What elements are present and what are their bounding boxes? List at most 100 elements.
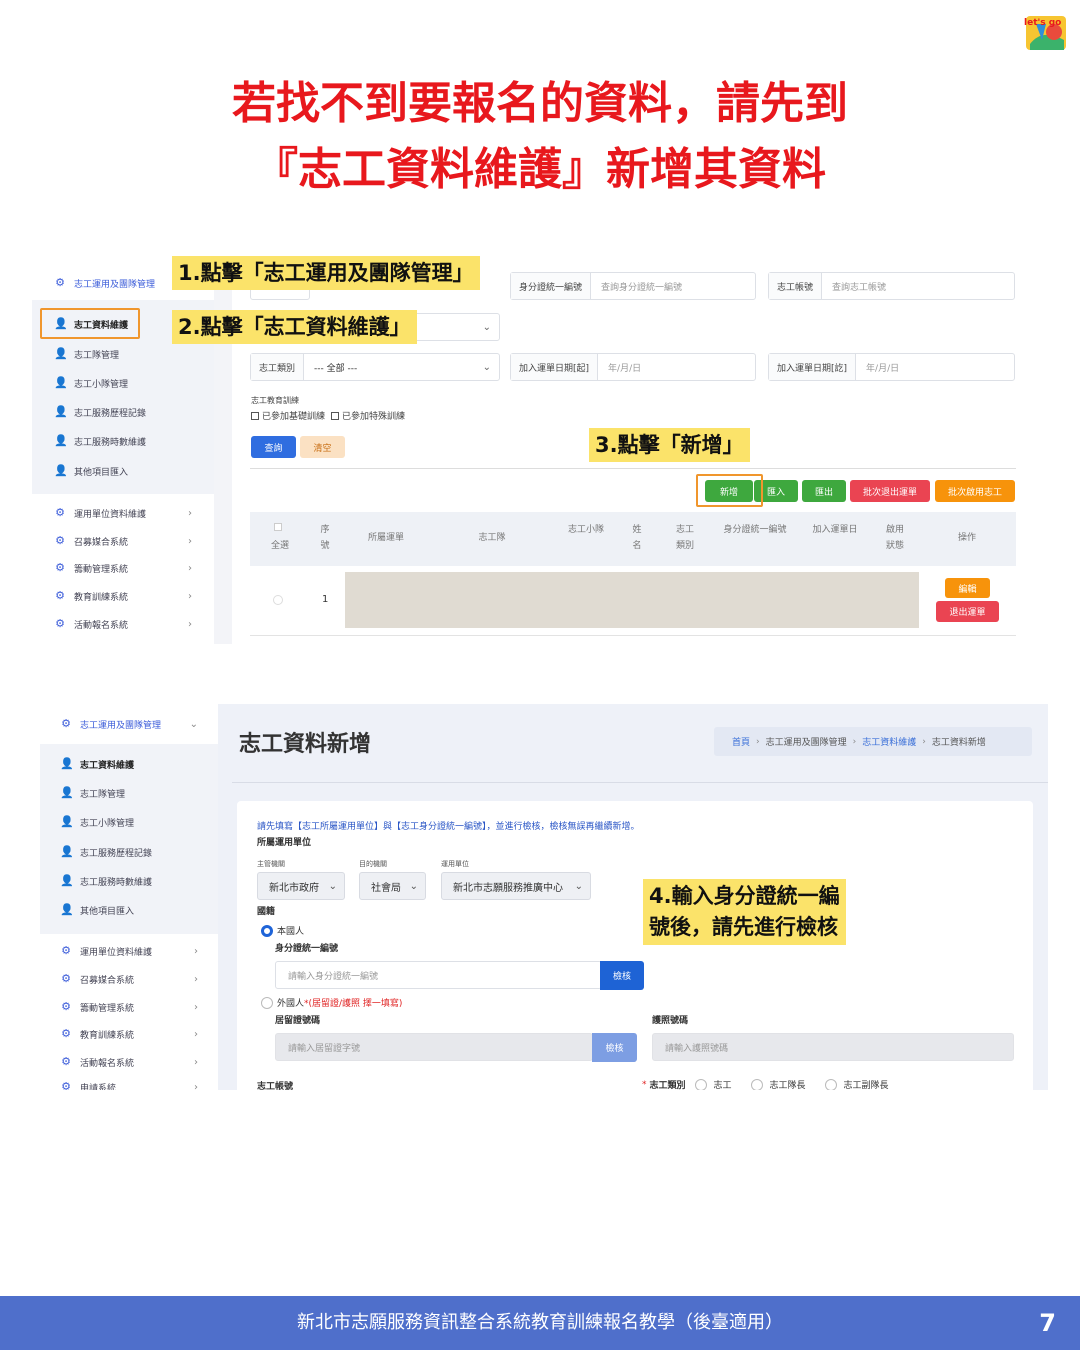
gear-icon: ⚙ [55, 617, 65, 630]
unit-section-label: 所屬運用單位 [257, 838, 312, 848]
breadcrumb: 首頁 › 志工運用及團隊管理 › 志工資料維護 › 志工資料新增 [714, 727, 1032, 756]
category-radio-vice-leader[interactable] [824, 1078, 837, 1090]
agency-select[interactable]: 社會局 ⌄ [359, 872, 426, 900]
add-button-highlight [696, 474, 763, 507]
chevron-right-icon: › [194, 1081, 198, 1091]
th-name: 姓名 [632, 525, 642, 551]
id-input[interactable]: 請輸入身分證統一編號 [275, 961, 602, 989]
sidebar-item-hours[interactable]: 👤 志工服務時數維護 [60, 874, 200, 888]
edit-button[interactable]: 編輯 [945, 578, 990, 598]
sidebar-module-training[interactable]: ⚙ 教育訓練系統 › [60, 1027, 198, 1041]
breadcrumb-current: 志工資料新增 [931, 738, 986, 748]
citizen-radio[interactable]: 本國人 [261, 924, 304, 937]
sidebar-item-hours[interactable]: 👤 志工服務時數維護 [54, 434, 204, 448]
sidebar-item-squad[interactable]: 👤 志工小隊管理 [60, 815, 200, 829]
sidebar-module-event[interactable]: ⚙ 活動報名系統 › [60, 1055, 198, 1069]
sidebar-module-mobilize[interactable]: ⚙ 籌動管理系統 › [54, 561, 192, 575]
sidebar-item-team[interactable]: 👤 志工隊管理 [60, 786, 200, 800]
checkbox-special-training[interactable] [331, 411, 340, 420]
sidebar-item-team[interactable]: 👤 志工隊管理 [54, 347, 204, 361]
nationality-label: 國籍 [257, 907, 276, 917]
user-icon: 👤 [60, 903, 74, 916]
callout-step3: 3.點擊「新增」 [589, 428, 750, 462]
unit-label: 運用單位 [441, 860, 469, 868]
breadcrumb-data[interactable]: 志工資料維護 [862, 735, 916, 748]
gear-icon: ⚙ [55, 534, 65, 547]
sidebar-group-volunteer-team[interactable]: ⚙ 志工運用及團隊管理 ⌄ [60, 717, 198, 731]
sidebar-module-apply[interactable]: ⚙ 申請系統 › [60, 1080, 198, 1091]
chevron-down-icon: ⌄ [482, 321, 491, 333]
gear-icon: ⚙ [61, 1000, 71, 1013]
sidebar-item-squad[interactable]: 👤 志工小隊管理 [54, 376, 204, 390]
authority-label: 主管機關 [257, 860, 285, 868]
quit-button[interactable]: 退出運單 [936, 601, 999, 622]
sidebar-item-history[interactable]: 👤 志工服務歷程記錄 [54, 405, 204, 419]
chevron-right-icon: › [194, 1001, 198, 1013]
callout-step4: 4.輸入身分證統一編 號後，請先進行檢核 [643, 879, 846, 945]
unit-select[interactable]: 新北市志願服務推廣中心 ⌄ [441, 872, 591, 900]
sidebar-module-unit[interactable]: ⚙ 運用單位資料維護 › [54, 506, 192, 520]
gear-icon: ⚙ [55, 589, 65, 602]
clear-button[interactable]: 清空 [300, 436, 345, 458]
chevron-right-icon: › [188, 562, 192, 574]
sidebar-module-event[interactable]: ⚙ 活動報名系統 › [54, 617, 192, 631]
category-field: * 志工類別 志工 志工隊長 志工副隊長 [642, 1078, 889, 1090]
gear-icon: ⚙ [55, 561, 65, 574]
sidebar-module-recruit[interactable]: ⚙ 召募媒合系統 › [60, 972, 198, 986]
callout-step1: 1.點擊「志工運用及團隊管理」 [172, 256, 480, 290]
breadcrumb-team[interactable]: 志工運用及團隊管理 [766, 735, 847, 748]
th-id: 身分證統一編號 [723, 525, 787, 535]
radio-selected [261, 924, 273, 937]
sidebar-module-recruit[interactable]: ⚙ 召募媒合系統 › [54, 534, 192, 548]
id-filter[interactable]: 身分證統一編號 查詢身分證統一編號 [510, 272, 756, 300]
join-end-filter[interactable]: 加入運單日期[訖] 年/月/日 [768, 353, 1015, 381]
passport-input[interactable]: 請輸入護照號碼 [652, 1033, 1014, 1061]
th-seq: 序號 [320, 525, 330, 551]
chevron-down-icon: ⌄ [409, 880, 418, 892]
account-filter[interactable]: 志工帳號 查詢志工帳號 [768, 272, 1015, 300]
th-action: 操作 [957, 533, 976, 543]
batch-quit-button[interactable]: 批次退出運單 [850, 480, 930, 502]
sidebar-item-import[interactable]: 👤 其他項目匯入 [60, 903, 200, 917]
user-icon: 👤 [54, 464, 68, 477]
page-title-line1: 若找不到要報名的資料，請先到 [232, 78, 848, 129]
join-start-filter[interactable]: 加入運單日期[起] 年/月/日 [510, 353, 756, 381]
redacted-row-data [345, 572, 919, 628]
authority-select[interactable]: 新北市政府 ⌄ [257, 872, 345, 900]
row-seq: 1 [322, 594, 329, 605]
sidebar-item-history[interactable]: 👤 志工服務歷程記錄 [60, 845, 200, 859]
sidebar-item-import[interactable]: 👤 其他項目匯入 [54, 464, 204, 478]
checkbox-basic-training[interactable] [251, 411, 259, 420]
th-join-date: 加入運單日 [812, 525, 858, 535]
user-icon: 👤 [54, 376, 68, 389]
footer-bar: 新北市志願服務資訊整合系統教育訓練報名教學（後臺適用） 7 [0, 1296, 1080, 1350]
query-button[interactable]: 查詢 [251, 436, 296, 458]
th-select-all: 全選 [270, 541, 289, 551]
residence-input[interactable]: 請輸入居留證字號 [275, 1033, 593, 1061]
residence-check-button[interactable]: 檢核 [592, 1033, 637, 1062]
sidebar-module-unit[interactable]: ⚙ 運用單位資料維護 › [60, 944, 198, 958]
foreigner-radio[interactable]: 外國人 *(居留證/護照 擇一填寫) [261, 996, 402, 1009]
chevron-right-icon: › [188, 590, 192, 602]
user-icon: 👤 [60, 786, 74, 799]
type-filter[interactable]: 志工類別 --- 全部 --- ⌄ [250, 353, 500, 381]
category-radio-leader[interactable] [750, 1078, 763, 1090]
gear-icon: ⚙ [61, 1055, 71, 1068]
batch-enable-button[interactable]: 批次啟用志工 [935, 480, 1015, 502]
sidebar-module-training[interactable]: ⚙ 教育訓練系統 › [54, 589, 192, 603]
passport-label: 護照號碼 [652, 1016, 689, 1026]
sidebar-module-mobilize[interactable]: ⚙ 籌動管理系統 › [60, 1000, 198, 1014]
chevron-right-icon: › [194, 973, 198, 985]
id-check-button[interactable]: 檢核 [600, 961, 644, 990]
breadcrumb-home[interactable]: 首頁 [732, 735, 750, 748]
form-page-title: 志工資料新增 [239, 732, 372, 757]
export-button[interactable]: 匯出 [802, 480, 846, 502]
sidebar-item-volunteer-data[interactable]: 👤 志工資料維護 [60, 757, 200, 771]
gear-icon: ⚙ [55, 276, 65, 289]
category-radio-volunteer[interactable] [694, 1078, 707, 1090]
row-checkbox[interactable] [273, 595, 283, 605]
select-all-checkbox[interactable] [274, 523, 282, 531]
footer-text: 新北市志願服務資訊整合系統教育訓練報名教學（後臺適用） [297, 1312, 783, 1333]
chevron-down-icon: ⌄ [482, 361, 491, 373]
agency-label: 目的機關 [359, 860, 387, 868]
